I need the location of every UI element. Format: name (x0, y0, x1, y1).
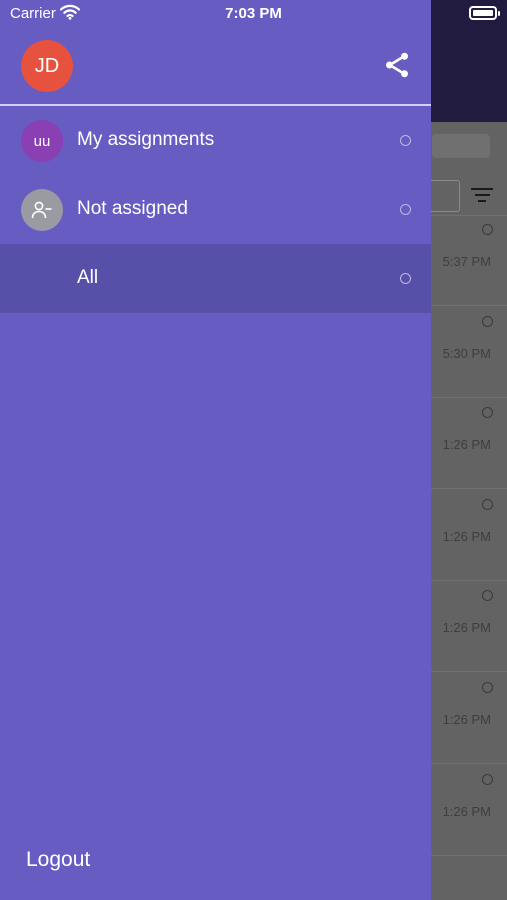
unread-indicator-icon (482, 499, 493, 510)
share-icon[interactable] (382, 50, 412, 80)
navigation-drawer: JD uu My assignments Not assigned All Lo… (0, 0, 431, 900)
menu-item-my-assignments[interactable]: uu My assignments (0, 106, 431, 175)
person-remove-icon (21, 189, 63, 231)
unread-indicator-icon (482, 407, 493, 418)
menu-item-not-assigned[interactable]: Not assigned (0, 175, 431, 244)
background-list-row: 5:37 PM (431, 214, 507, 306)
menu-item-all[interactable]: All (0, 244, 431, 313)
user-avatar[interactable]: JD (21, 40, 73, 92)
row-time: 1:26 PM (442, 529, 491, 544)
background-list-row: 1:26 PM (431, 764, 507, 856)
unread-indicator-icon (482, 224, 493, 235)
unread-indicator-icon (400, 273, 411, 284)
row-time: 5:37 PM (442, 254, 491, 269)
background-search-bar (432, 134, 490, 158)
unread-indicator-icon (482, 316, 493, 327)
background-list-row: 5:30 PM (431, 306, 507, 398)
unread-indicator-icon (400, 204, 411, 215)
background-list-row: 1:26 PM (431, 489, 507, 581)
background-list-row: 1:26 PM (431, 397, 507, 489)
filter-icon (470, 188, 494, 206)
row-time: 1:26 PM (442, 620, 491, 635)
unread-indicator-icon (482, 682, 493, 693)
background-list-row: 1:26 PM (431, 580, 507, 672)
row-time: 1:26 PM (442, 804, 491, 819)
user-initials-avatar: uu (21, 120, 63, 162)
status-time: 7:03 PM (225, 5, 282, 22)
menu-item-label: All (77, 267, 99, 288)
logout-button[interactable]: Logout (26, 848, 90, 872)
row-time: 5:30 PM (442, 346, 491, 361)
menu-item-label: Not assigned (77, 198, 188, 219)
row-time: 1:26 PM (442, 437, 491, 452)
unread-indicator-icon (482, 774, 493, 785)
unread-indicator-icon (400, 135, 411, 146)
menu-item-label: My assignments (77, 129, 215, 150)
row-time: 1:26 PM (442, 712, 491, 727)
unread-indicator-icon (482, 590, 493, 601)
background-list-row: 1:26 PM (431, 672, 507, 764)
